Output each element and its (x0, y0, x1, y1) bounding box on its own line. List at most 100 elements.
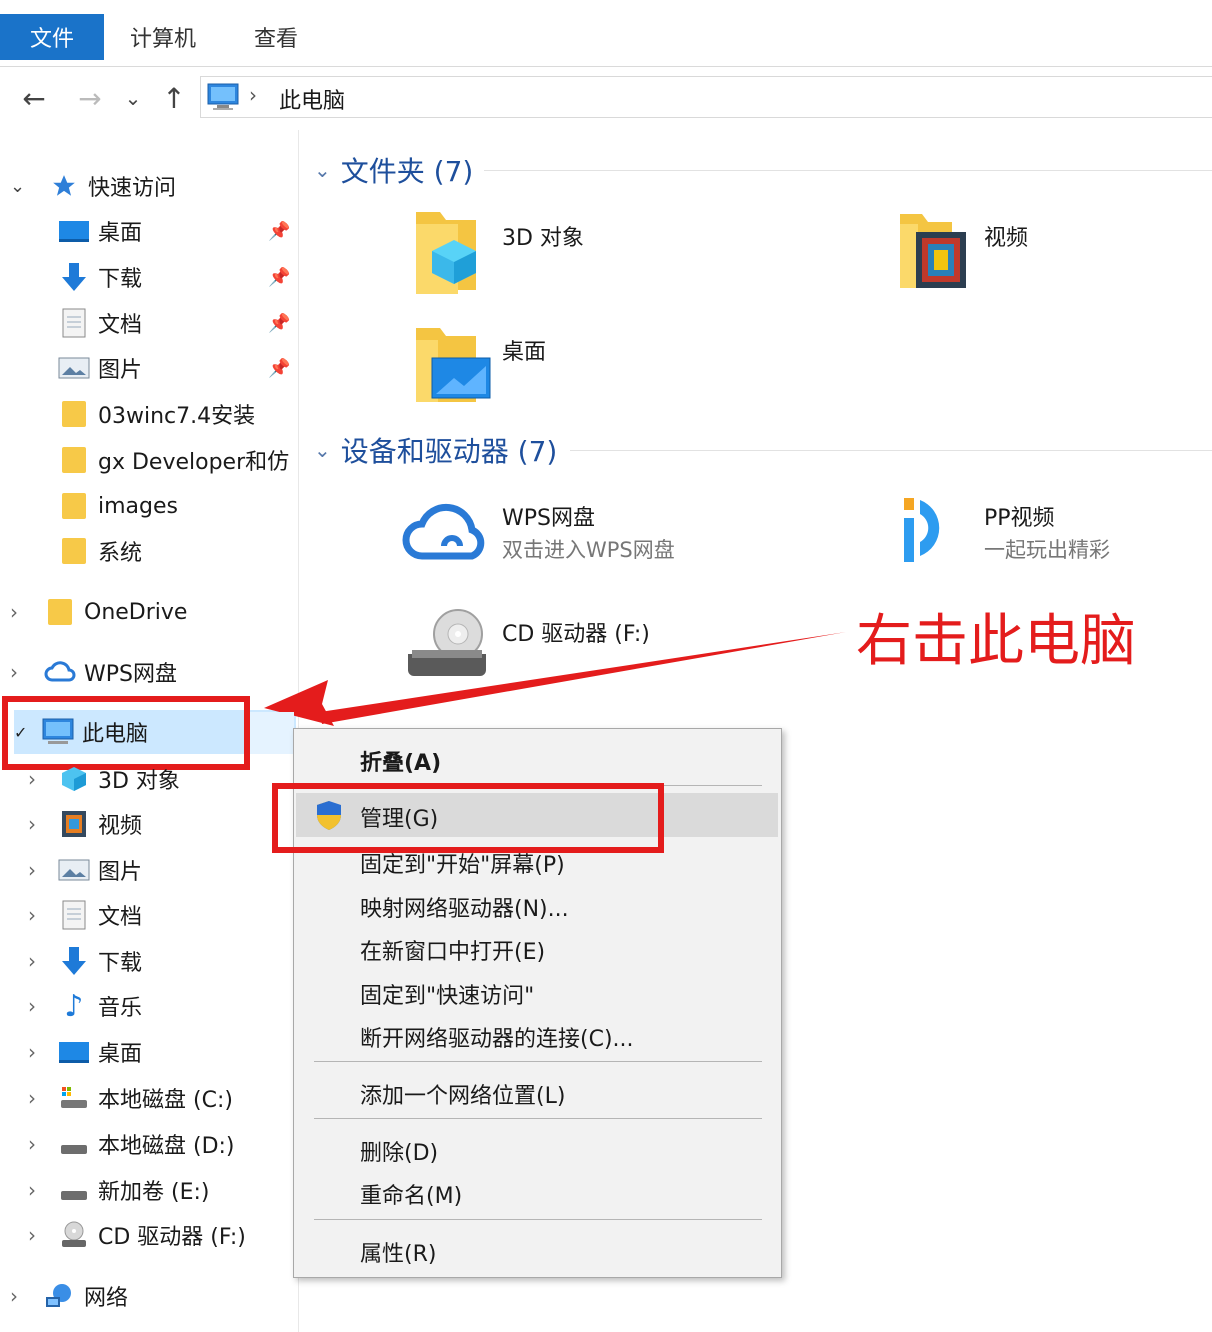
cube-icon (58, 763, 90, 795)
sidebar-item-folder[interactable]: images (58, 486, 178, 526)
sidebar-item-label: 新加卷 (E:) (98, 1180, 210, 1205)
sidebar-item-label: 快速访问 (88, 176, 177, 201)
sidebar-item-cd-drive[interactable]: › CD 驱动器 (F:) (28, 1215, 246, 1255)
network-icon (44, 1280, 76, 1312)
sidebar-item-label: 本地磁盘 (C:) (98, 1088, 233, 1113)
sidebar-item-drive-e[interactable]: › 新加卷 (E:) (28, 1170, 209, 1210)
wps-cloud-icon (402, 503, 485, 560)
menu-item-properties[interactable]: 属性(R) (360, 1236, 436, 1268)
menu-item-pin-quick-access[interactable]: 固定到"快速访问" (360, 978, 534, 1010)
chevron-right-icon: › (28, 858, 36, 882)
sidebar-item-label: 下载 (98, 267, 143, 292)
menu-item-collapse[interactable]: 折叠(A) (360, 745, 441, 777)
desktop-icon (58, 215, 90, 247)
sidebar-item-desktop[interactable]: 桌面 (58, 211, 142, 251)
sidebar-item-drive-d[interactable]: › 本地磁盘 (D:) (28, 1124, 235, 1164)
film-icon (58, 808, 90, 840)
forward-button[interactable]: → (70, 78, 110, 118)
annotation-text: 右击此电脑 (856, 609, 1136, 674)
3d-objects-folder-icon (416, 212, 476, 294)
folder-desktop-tile[interactable] (410, 322, 494, 412)
sidebar-item-onedrive[interactable]: › OneDrive (10, 592, 187, 632)
sidebar-item-wps-drive[interactable]: › WPS网盘 (10, 652, 177, 692)
sidebar-item-downloads[interactable]: › 下载 (28, 941, 142, 981)
menu-item-delete[interactable]: 删除(D) (360, 1135, 438, 1167)
pin-icon[interactable]: 📌 (268, 267, 290, 288)
sidebar-item-drive-c[interactable]: › 本地磁盘 (C:) (28, 1078, 233, 1118)
menu-separator (314, 1219, 762, 1220)
sidebar-item-quick-access[interactable]: ⌄ 快速访问 (10, 166, 176, 206)
sidebar-item-network[interactable]: › 网络 (10, 1276, 128, 1316)
folder-icon (58, 398, 90, 430)
device-wps-drive-tile[interactable] (400, 496, 496, 570)
sidebar-item-music[interactable]: › ♪ 音乐 (28, 986, 142, 1026)
sidebar-item-label: CD 驱动器 (F:) (98, 1225, 246, 1250)
folder-label: 3D 对象 (502, 226, 584, 251)
drive-icon (58, 1174, 90, 1206)
sidebar-item-pictures[interactable]: › 图片 (28, 850, 142, 890)
download-arrow-icon (58, 261, 90, 293)
chevron-down-icon: ⌄ (314, 158, 331, 182)
pin-icon[interactable]: 📌 (268, 313, 290, 334)
ribbon: 文件 计算机 查看 (0, 0, 1212, 67)
menu-item-map-drive[interactable]: 映射网络驱动器(N)... (360, 891, 569, 923)
group-divider (570, 450, 1212, 451)
group-divider (484, 170, 1212, 171)
sidebar-item-documents[interactable]: › 文档 (28, 895, 142, 935)
document-icon (58, 307, 90, 339)
videos-folder-icon (900, 214, 966, 288)
sidebar-item-label: 图片 (98, 358, 143, 383)
tab-computer[interactable]: 计算机 (130, 14, 196, 60)
sidebar-item-downloads[interactable]: 下载 (58, 257, 142, 297)
sidebar-item-label: 系统 (98, 541, 143, 566)
sidebar-item-label: 03winc7.4安装 (98, 404, 256, 429)
download-arrow-icon (58, 945, 90, 977)
device-pp-video-tile[interactable] (900, 494, 964, 572)
group-header-folders[interactable]: ⌄ 文件夹 (7) (314, 150, 473, 190)
device-sublabel: 双击进入WPS网盘 (502, 538, 675, 562)
pin-icon[interactable]: 📌 (268, 221, 290, 242)
pin-icon[interactable]: 📌 (268, 358, 290, 379)
document-icon (58, 899, 90, 931)
sidebar-item-videos[interactable]: › 视频 (28, 804, 142, 844)
up-button[interactable]: ↑ (154, 78, 194, 118)
folder-icon (58, 490, 90, 522)
sidebar-item-label: 视频 (98, 814, 143, 839)
menu-item-open-new-window[interactable]: 在新窗口中打开(E) (360, 934, 545, 966)
chevron-expanded-icon: ⌄ (10, 175, 26, 197)
up-arrow-icon: ↑ (162, 81, 186, 115)
desktop-folder-icon (416, 328, 491, 402)
sidebar-item-folder[interactable]: gx Developer和仿 (58, 440, 298, 480)
tab-file[interactable]: 文件 (0, 14, 104, 60)
sidebar-item-label: gx Developer和仿 (98, 450, 290, 475)
menu-item-rename[interactable]: 重命名(M) (360, 1178, 462, 1210)
sidebar-item-label: 图片 (98, 860, 143, 885)
sidebar-item-label: 下载 (98, 951, 143, 976)
sidebar-item-folder[interactable]: 03winc7.4安装 (58, 394, 255, 434)
sidebar-item-label: OneDrive (84, 599, 188, 625)
sidebar-item-documents[interactable]: 文档 (58, 303, 142, 343)
folder-3d-objects-tile[interactable] (410, 206, 490, 302)
sidebar-item-folder[interactable]: 系统 (58, 531, 142, 571)
music-note-icon: ♪ (64, 988, 84, 1024)
group-header-devices[interactable]: ⌄ 设备和驱动器 (7) (314, 430, 557, 470)
star-icon (48, 170, 80, 202)
tab-view[interactable]: 查看 (254, 14, 298, 60)
group-header-label: 文件夹 (7) (340, 155, 474, 188)
back-button[interactable]: ← (14, 78, 54, 118)
address-bar[interactable]: › 此电脑 (200, 76, 1212, 118)
sidebar-item-pictures[interactable]: 图片 (58, 348, 142, 388)
chevron-right-icon: › (10, 1284, 18, 1308)
sidebar-item-desktop[interactable]: › 桌面 (28, 1032, 142, 1072)
sidebar-item-3d-objects[interactable]: › 3D 对象 (28, 759, 180, 799)
recent-locations-button[interactable]: ⌄ (118, 78, 148, 118)
sidebar-item-label: 本地磁盘 (D:) (98, 1134, 235, 1159)
chevron-right-icon: › (28, 1178, 36, 1202)
sidebar-item-label: 桌面 (98, 1042, 143, 1067)
menu-item-disconnect-drive[interactable]: 断开网络驱动器的连接(C)... (360, 1021, 634, 1053)
pictures-icon (58, 854, 90, 886)
breadcrumb-this-pc[interactable]: 此电脑 (279, 83, 345, 115)
menu-item-add-network-location[interactable]: 添加一个网络位置(L) (360, 1078, 565, 1110)
folder-videos-tile[interactable] (896, 210, 974, 298)
sidebar-item-label: images (98, 493, 178, 519)
